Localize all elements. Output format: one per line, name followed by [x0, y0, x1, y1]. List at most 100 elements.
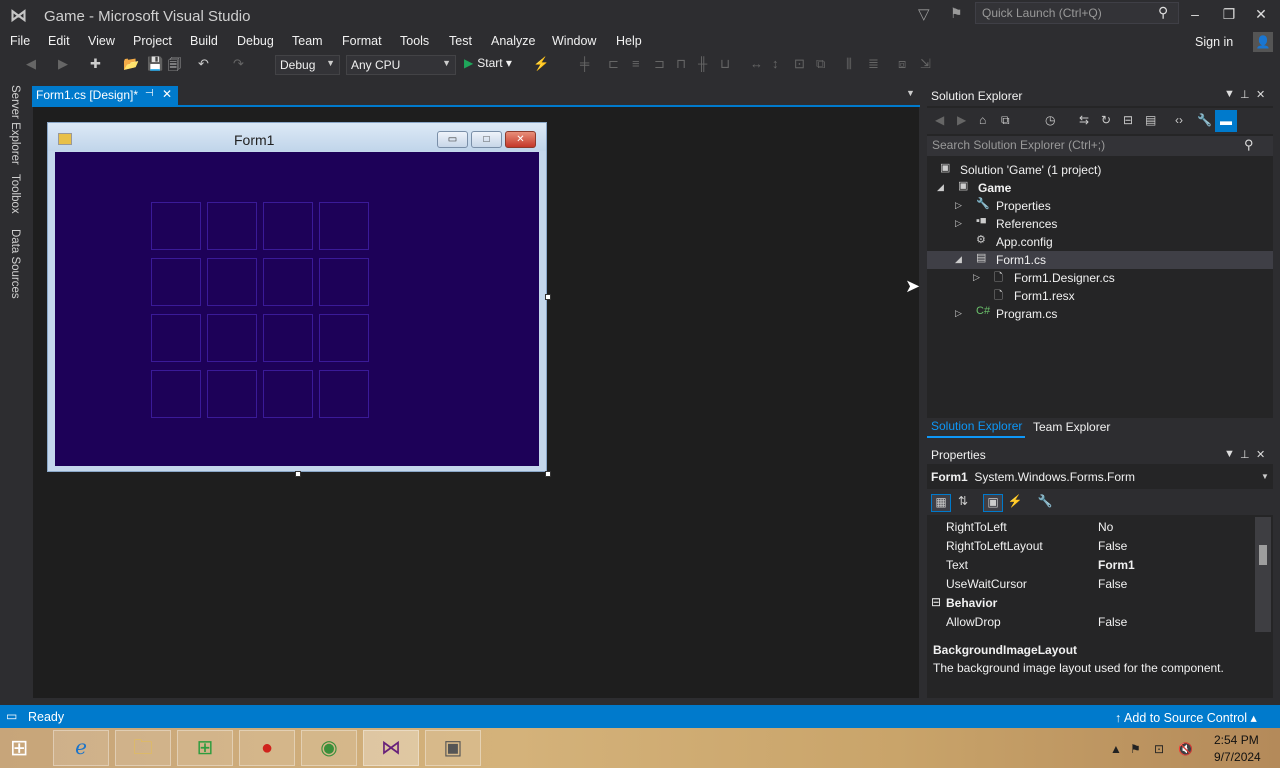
menu-debug[interactable]: Debug — [237, 34, 274, 48]
property-row[interactable]: AllowDrop False — [927, 612, 1253, 631]
show-all-files-icon[interactable]: ▤ — [1145, 113, 1156, 127]
grid-cell[interactable] — [151, 258, 201, 306]
collapse-triangle-icon[interactable]: ◢ — [955, 254, 962, 265]
data-sources-tab[interactable]: Data Sources — [9, 229, 21, 299]
close-panel-icon[interactable]: ✕ — [1256, 448, 1265, 461]
output-window-icon[interactable]: ▭ — [6, 709, 17, 723]
network-icon[interactable]: ⊡ — [1154, 742, 1164, 756]
save-icon[interactable]: 💾 — [147, 56, 163, 72]
bring-to-front-icon[interactable]: ⧈ — [898, 56, 906, 72]
close-panel-icon[interactable]: ✕ — [1256, 88, 1265, 101]
internet-explorer-icon[interactable]: ℯ — [53, 730, 109, 766]
sign-in-link[interactable]: Sign in — [1195, 35, 1233, 49]
show-hidden-icons-icon[interactable]: ▲ — [1110, 742, 1122, 756]
navigate-forward-icon[interactable]: ▶ — [58, 56, 68, 72]
quick-launch-input[interactable]: Quick Launch (Ctrl+Q) — [975, 2, 1179, 24]
vertical-spacing-icon[interactable]: ≣ — [868, 56, 879, 72]
new-project-icon[interactable]: ✚ — [90, 56, 101, 72]
property-row[interactable]: UseWaitCursor False — [927, 574, 1253, 593]
alphabetical-icon[interactable]: ⇅ — [953, 494, 973, 512]
auto-hide-pin-icon[interactable]: ⊥ — [1240, 88, 1250, 101]
make-same-size-icon[interactable]: ⧉ — [816, 56, 825, 72]
menu-edit[interactable]: Edit — [48, 34, 70, 48]
collapse-all-icon[interactable]: ⊟ — [1123, 113, 1133, 127]
properties-view-icon[interactable]: ▣ — [983, 494, 1003, 512]
restore-button[interactable]: ❐ — [1216, 4, 1242, 24]
grid-cell[interactable] — [263, 370, 313, 418]
property-category[interactable]: ⊟ Behavior — [927, 593, 1253, 612]
volume-muted-icon[interactable]: 🔇 — [1178, 742, 1193, 756]
view-code-icon[interactable]: ‹› — [1175, 113, 1183, 127]
windows-start-icon[interactable]: ⊞ — [10, 735, 38, 761]
action-center-flag-icon[interactable]: ⚑ — [1130, 742, 1141, 756]
property-row[interactable]: Text Form1 — [927, 555, 1253, 574]
server-explorer-tab[interactable]: Server Explorer — [9, 85, 21, 165]
grid-cell[interactable] — [151, 202, 201, 250]
property-row[interactable]: RightToLeftLayout False — [927, 536, 1253, 555]
grid-cell[interactable] — [263, 314, 313, 362]
pin-icon[interactable]: ⊣ — [145, 88, 154, 99]
grid-cell[interactable] — [207, 202, 257, 250]
view-designer-icon[interactable]: ▬ — [1215, 110, 1237, 132]
solution-platform-select[interactable]: Any CPU ▼ — [346, 55, 456, 75]
auto-hide-pin-icon[interactable]: ⊥ — [1240, 448, 1250, 461]
collapse-box-icon[interactable]: ⊟ — [931, 595, 941, 609]
notification-filter-icon[interactable]: ▽ — [918, 5, 930, 23]
align-centers-icon[interactable]: ≡ — [632, 56, 640, 71]
solution-configuration-select[interactable]: Debug ▼ — [275, 55, 340, 75]
forward-icon[interactable]: ▶ — [957, 113, 966, 127]
align-to-grid-icon[interactable]: ╪ — [580, 56, 589, 71]
visual-studio-taskbar-icon[interactable]: ⋈ — [363, 730, 419, 766]
tab-order-icon[interactable]: ⇲ — [920, 56, 931, 72]
make-same-height-icon[interactable]: ↕ — [772, 56, 779, 71]
menu-help[interactable]: Help — [616, 34, 642, 48]
undo-icon[interactable]: ↶ — [198, 56, 209, 72]
object-selector[interactable]: Form1 System.Windows.Forms.Form — [931, 470, 1135, 484]
refresh-icon[interactable]: ↻ — [1101, 113, 1111, 127]
search-icon[interactable]: ⚲ — [1158, 4, 1168, 21]
expand-triangle-icon[interactable]: ▷ — [955, 200, 962, 211]
switch-views-icon[interactable]: ⧉ — [1001, 113, 1010, 128]
menu-project[interactable]: Project — [133, 34, 172, 48]
form-minimize-button[interactable]: ▭ — [437, 131, 468, 148]
events-lightning-icon[interactable]: ⚡ — [1005, 494, 1025, 512]
account-icon[interactable]: 👤 — [1253, 32, 1273, 52]
grid-cell[interactable] — [319, 370, 369, 418]
redo-icon[interactable]: ↷ — [233, 56, 244, 72]
search-icon[interactable]: ⚲ — [1244, 137, 1254, 153]
horizontal-spacing-icon[interactable]: ⫼ — [846, 56, 852, 72]
window-position-icon[interactable]: ▼ — [1224, 448, 1235, 460]
grid-cell[interactable] — [207, 370, 257, 418]
grid-cell[interactable] — [207, 314, 257, 362]
pending-changes-filter-icon[interactable]: ◷ — [1045, 113, 1055, 127]
menu-file[interactable]: File — [10, 34, 30, 48]
feedback-icon[interactable]: ⚑ — [950, 5, 963, 22]
size-to-grid-icon[interactable]: ⊡ — [794, 56, 805, 72]
align-bottoms-icon[interactable]: ⊔ — [720, 56, 730, 72]
browser-link-icon[interactable]: ⚡ — [533, 56, 549, 72]
scrollbar-thumb[interactable] — [1259, 545, 1267, 565]
form-close-button[interactable]: ✕ — [505, 131, 536, 148]
menu-build[interactable]: Build — [190, 34, 218, 48]
categorized-icon[interactable]: ▦ — [931, 494, 951, 512]
align-rights-icon[interactable]: ⊐ — [654, 56, 665, 72]
grid-cell[interactable] — [263, 202, 313, 250]
minimize-button[interactable]: – — [1182, 4, 1208, 24]
grid-cell[interactable] — [151, 370, 201, 418]
properties-scrollbar[interactable] — [1255, 517, 1271, 632]
open-file-icon[interactable]: 📂 — [123, 56, 139, 72]
property-pages-icon[interactable]: 🔧 — [1035, 494, 1055, 512]
menu-window[interactable]: Window — [552, 34, 596, 48]
menu-analyze[interactable]: Analyze — [491, 34, 535, 48]
properties-wrench-icon[interactable]: 🔧 — [1197, 113, 1212, 127]
navigate-back-icon[interactable]: ◀ — [26, 56, 36, 72]
file-explorer-icon[interactable]: 🗀 — [115, 730, 171, 766]
menu-format[interactable]: Format — [342, 34, 382, 48]
menu-tools[interactable]: Tools — [400, 34, 429, 48]
opera-browser-icon[interactable]: ● — [239, 730, 295, 766]
property-row[interactable]: RightToLeft No — [927, 517, 1253, 536]
tab-team-explorer[interactable]: Team Explorer — [1033, 420, 1110, 434]
grid-cell[interactable] — [207, 258, 257, 306]
expand-triangle-icon[interactable]: ▷ — [973, 272, 980, 283]
sync-with-document-icon[interactable]: ⇆ — [1079, 113, 1089, 127]
